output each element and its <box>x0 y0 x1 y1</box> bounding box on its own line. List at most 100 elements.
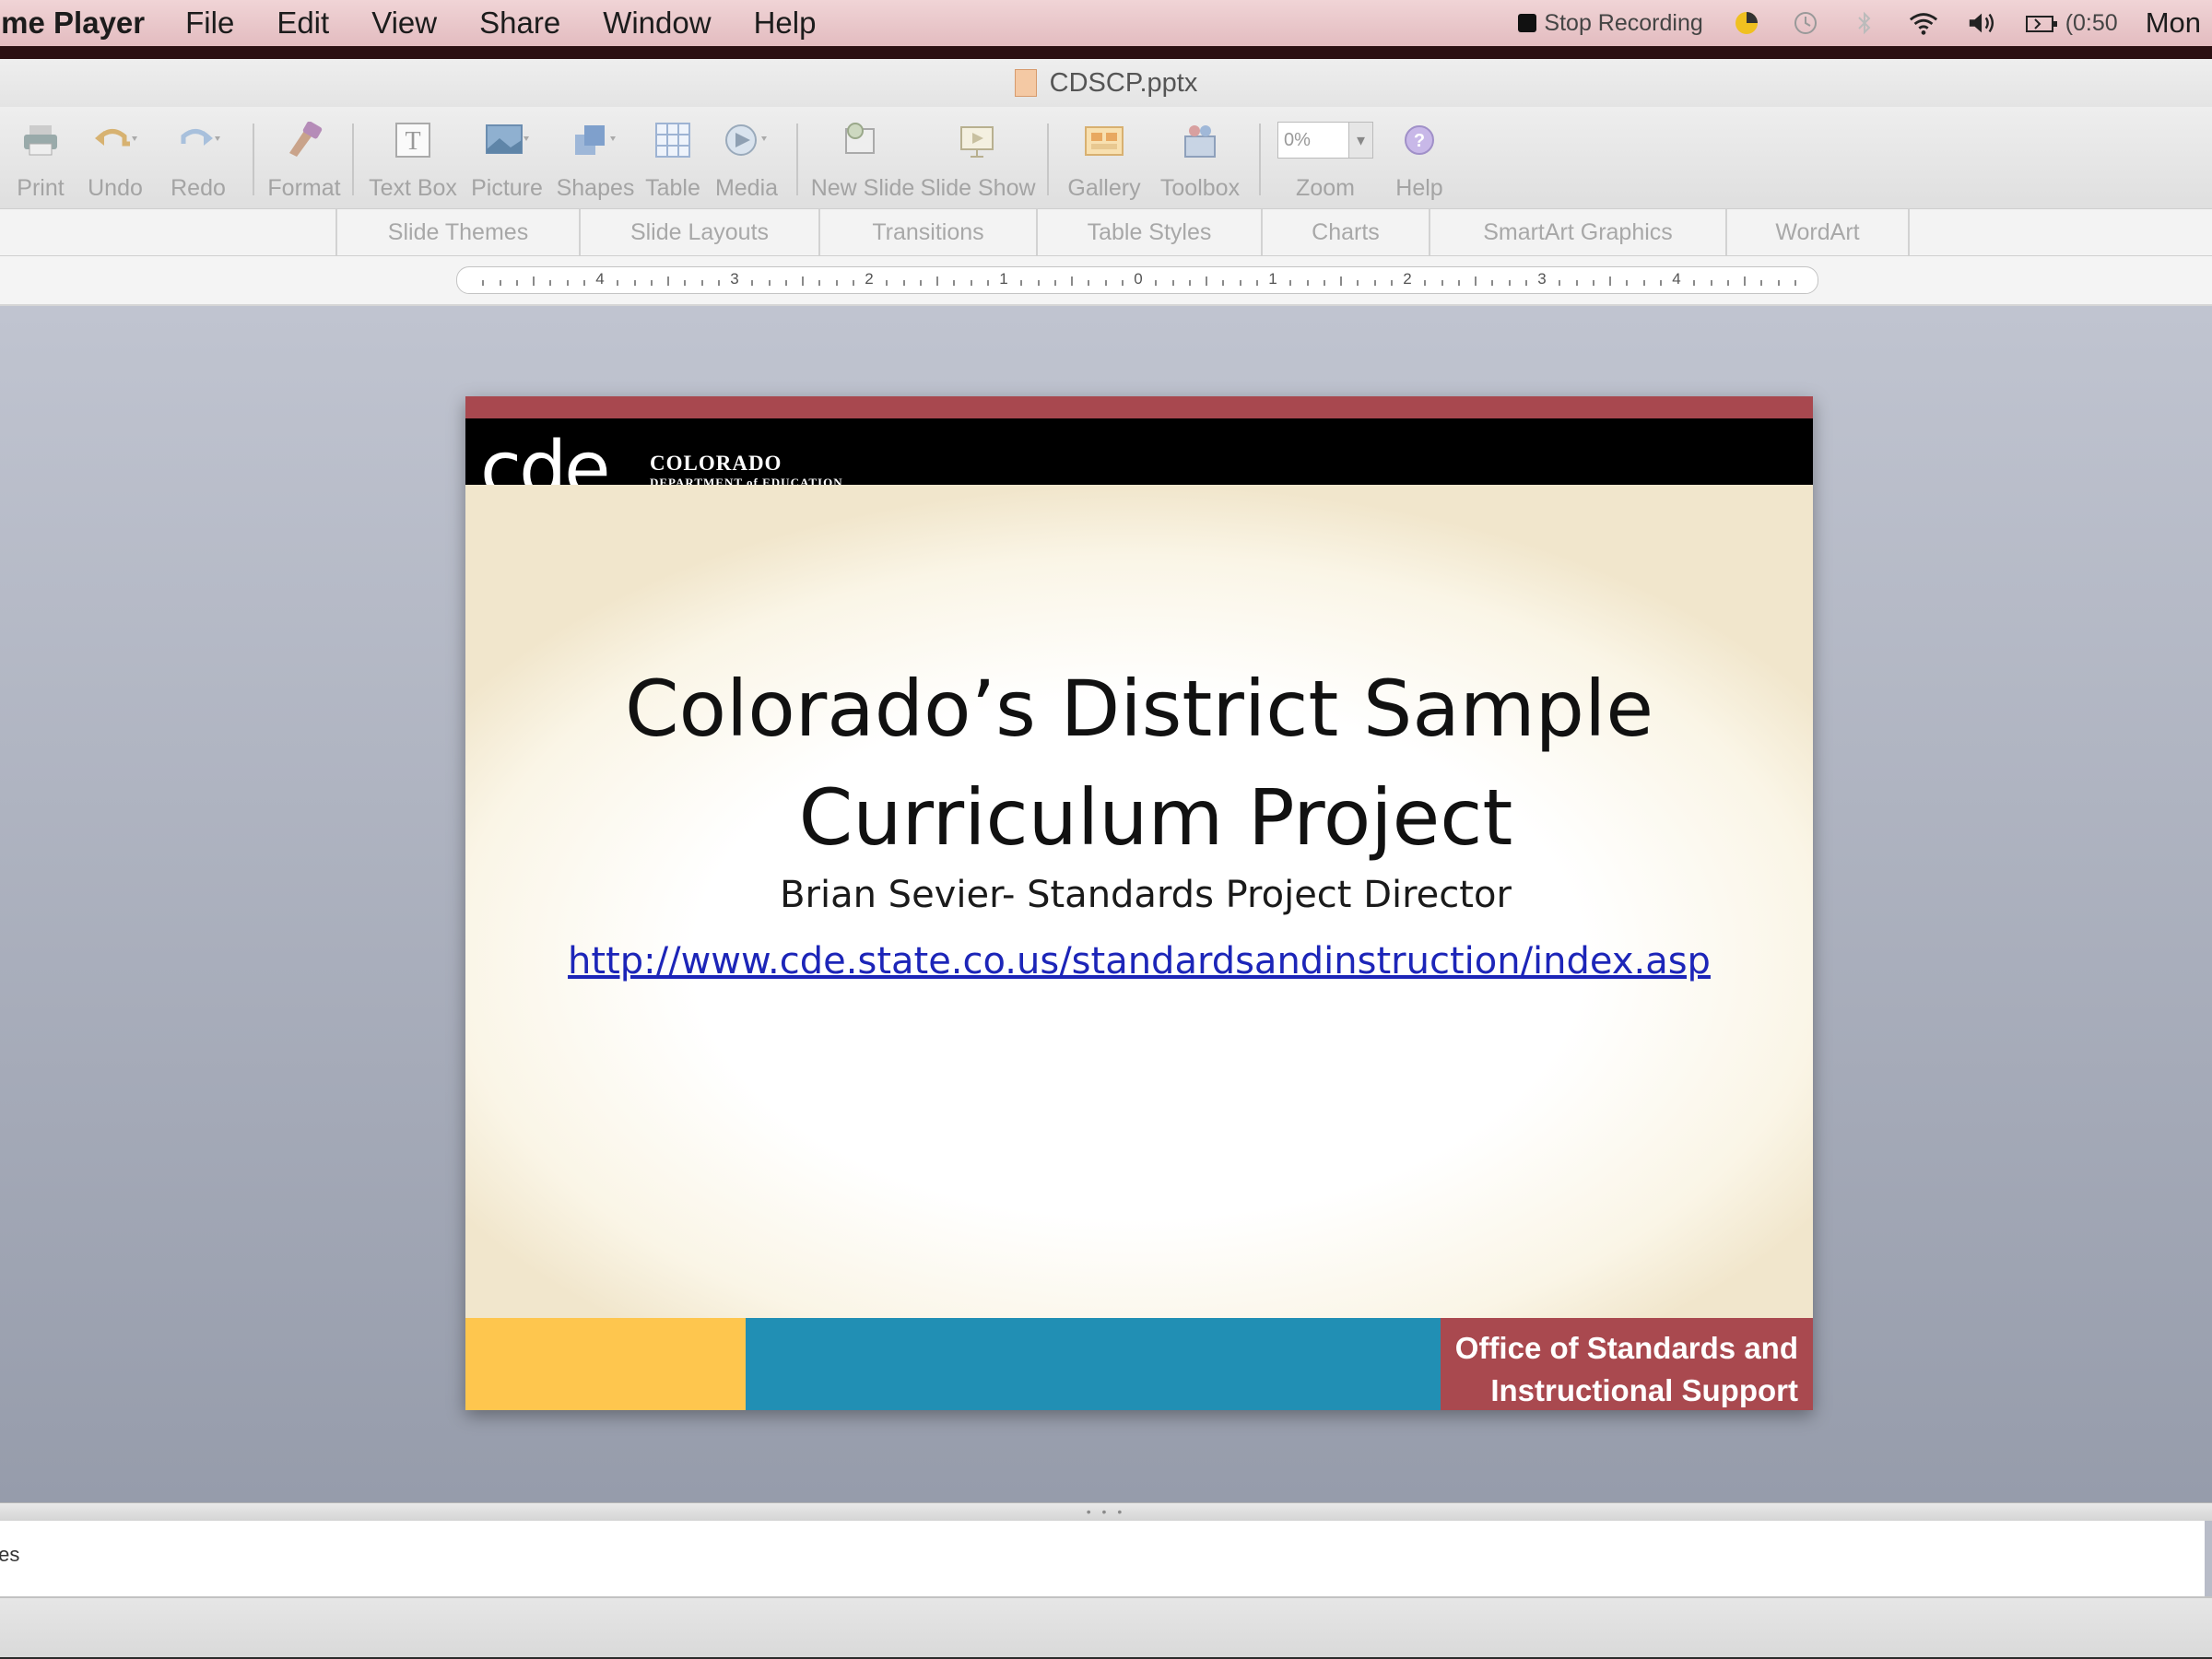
text-box-label: Text Box <box>369 175 457 201</box>
footer-office-label: Office of Standards and Instructional Su… <box>1441 1318 1813 1410</box>
zoom-field: 0% ▾ <box>1275 118 1376 162</box>
time-machine-icon[interactable] <box>1790 7 1821 39</box>
menu-share[interactable]: Share <box>479 6 560 41</box>
notes-pane[interactable]: tes <box>0 1521 2205 1596</box>
slide[interactable]: cde COLORADO DEPARTMENT of EDUCATION Col… <box>465 396 1813 1410</box>
tab-slide-themes[interactable]: Slide Themes <box>335 209 579 255</box>
slide-title[interactable]: Colorado’s District Sample Curriculum Pr… <box>465 654 1813 872</box>
battery-item[interactable]: (0:50 <box>2025 10 2118 37</box>
media-icon <box>724 118 769 162</box>
ruler-tick <box>700 280 703 286</box>
tab-wordart[interactable]: WordArt <box>1725 209 1910 255</box>
media-button[interactable]: Media <box>706 107 787 202</box>
window-titlebar[interactable]: CDSCP.pptx <box>0 59 2212 107</box>
slide-top-stripe <box>465 396 1813 418</box>
svg-text:T: T <box>405 127 420 156</box>
battery-icon <box>2025 15 2057 32</box>
footer-yellow-block <box>465 1318 746 1410</box>
ruler-tick <box>784 280 787 286</box>
horizontal-ruler[interactable]: 4 3 2 1 0 1 2 3 4 <box>456 266 1818 294</box>
new-slide-label: New Slide <box>810 175 915 201</box>
shapes-button[interactable]: Shapes <box>551 107 640 202</box>
redo-icon <box>176 118 220 162</box>
stop-recording-item[interactable]: Stop Recording <box>1518 10 1703 37</box>
status-area: Stop Recording (0:50 Mon <box>1518 6 2212 40</box>
tab-slide-layouts[interactable]: Slide Layouts <box>579 209 818 255</box>
ruler-tick <box>1037 280 1040 286</box>
toolbar-separator <box>796 124 798 195</box>
format-brush-icon <box>282 118 326 162</box>
menu-app-name[interactable]: ime Player <box>0 6 145 41</box>
toolbox-button[interactable]: Toolbox <box>1152 107 1248 202</box>
undo-button[interactable]: Undo <box>74 107 157 202</box>
tab-smartart-graphics[interactable]: SmartArt Graphics <box>1429 209 1725 255</box>
bluetooth-icon[interactable] <box>1849 7 1880 39</box>
tab-charts[interactable]: Charts <box>1261 209 1429 255</box>
menu-help[interactable]: Help <box>754 6 817 41</box>
slide-subtitle[interactable]: Brian Sevier- Standards Project Director <box>465 874 1813 916</box>
ruler-tick <box>1088 280 1090 286</box>
new-slide-button[interactable]: New Slide <box>807 107 918 202</box>
zoom-input[interactable]: 0% <box>1277 122 1349 159</box>
ruler-tick <box>1744 276 1746 286</box>
ruler-tick <box>1155 280 1158 286</box>
menu-edit[interactable]: Edit <box>276 6 329 41</box>
ruler-tick <box>1626 280 1629 286</box>
ruler-label: 0 <box>1134 270 1143 288</box>
slide-show-label: Slide Show <box>920 175 1036 201</box>
toolbar-separator <box>1047 124 1049 195</box>
ruler-tick <box>1206 276 1207 286</box>
print-label: Print <box>17 175 65 201</box>
shapes-icon <box>573 118 618 162</box>
cde-logo-state: COLORADO <box>650 452 782 475</box>
ruler-tick <box>1475 276 1477 286</box>
ruler-tick <box>1693 280 1696 286</box>
ruler-tick <box>970 280 972 286</box>
help-button[interactable]: ? Help <box>1381 107 1458 202</box>
volume-icon[interactable] <box>1967 7 1998 39</box>
print-button[interactable]: Print <box>7 107 74 202</box>
ruler-label: 4 <box>1672 270 1681 288</box>
pptx-document-icon <box>1014 69 1037 97</box>
undo-icon <box>93 118 137 162</box>
slide-title-line1: Colorado’s District Sample <box>624 664 1654 754</box>
ruler-tick <box>717 280 720 286</box>
ruler-label: 2 <box>1403 270 1412 288</box>
ruler-tick <box>1020 280 1023 286</box>
gallery-icon <box>1082 118 1126 162</box>
slide-header-band: cde COLORADO DEPARTMENT of EDUCATION <box>465 418 1813 508</box>
tab-transitions[interactable]: Transitions <box>818 209 1036 255</box>
ruler-tick <box>1188 280 1191 286</box>
ruler-tick <box>1323 280 1325 286</box>
ruler-tick <box>667 276 669 286</box>
menu-file[interactable]: File <box>185 6 234 41</box>
notes-splitter-handle[interactable]: • • • <box>0 1502 2212 1521</box>
color-wheel-icon[interactable] <box>1731 7 1762 39</box>
picture-label: Picture <box>471 175 543 201</box>
table-button[interactable]: Table <box>640 107 706 202</box>
slide-show-button[interactable]: Slide Show <box>918 107 1038 202</box>
gallery-button[interactable]: Gallery <box>1056 107 1152 202</box>
text-box-button[interactable]: T Text Box <box>363 107 463 202</box>
tab-table-styles[interactable]: Table Styles <box>1036 209 1261 255</box>
ruler-tick <box>1390 280 1393 286</box>
ruler-tick <box>986 280 989 286</box>
slide-url-link[interactable]: http://www.cde.state.co.us/standardsandi… <box>568 940 1711 982</box>
ruler-tick <box>1642 280 1645 286</box>
ruler-tick <box>1559 280 1561 286</box>
zoom-stepper-icon[interactable]: ▾ <box>1349 122 1373 159</box>
menu-view[interactable]: View <box>371 6 437 41</box>
ruler-tick <box>1121 280 1124 286</box>
wifi-icon[interactable] <box>1908 7 1939 39</box>
notes-placeholder: tes <box>0 1543 20 1566</box>
redo-button[interactable]: Redo <box>157 107 240 202</box>
picture-button[interactable]: Picture <box>463 107 551 202</box>
ruler-tick <box>886 280 888 286</box>
format-button[interactable]: Format <box>267 107 341 202</box>
menu-window[interactable]: Window <box>603 6 711 41</box>
clock[interactable]: Mon <box>2146 6 2201 40</box>
ruler-label: 1 <box>1268 270 1277 288</box>
ruler-tick <box>533 276 535 286</box>
slide-title-line2: Curriculum Project <box>798 772 1513 863</box>
ruler-tick <box>1457 280 1460 286</box>
